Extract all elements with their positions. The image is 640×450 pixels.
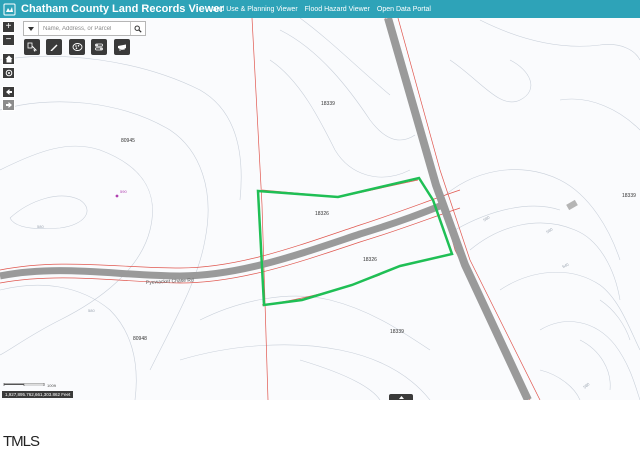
scale-label: 100ft <box>47 383 57 388</box>
toggle-tool-button[interactable] <box>91 39 107 55</box>
draw-tool-button[interactable] <box>46 39 62 55</box>
map-layers <box>0 18 640 400</box>
locate-button[interactable] <box>2 67 15 79</box>
parcel-label: 18339 <box>622 193 636 199</box>
parcel-label: 80945 <box>121 138 135 144</box>
search-source-dropdown[interactable] <box>24 22 39 35</box>
search-icon <box>134 25 142 33</box>
identify-icon <box>27 42 37 52</box>
poi-marker <box>115 194 119 198</box>
nav-flood-hazard[interactable]: Flood Hazard Viewer <box>305 6 370 13</box>
home-button[interactable] <box>2 53 15 65</box>
scale-bar: 100ft <box>3 383 57 388</box>
home-icon <box>5 55 12 63</box>
previous-extent-button[interactable] <box>2 86 15 98</box>
header-nav: Land Use & Planning Viewer Flood Hazard … <box>209 0 640 18</box>
mls-logo: TMLS <box>3 433 40 450</box>
parcel-label: 80948 <box>133 336 147 342</box>
draw-icon <box>50 44 58 51</box>
road-pyewacket-chase <box>0 200 447 280</box>
next-extent-button[interactable] <box>2 99 15 111</box>
coordinates-readout: 1,927,895.762,661,303.862 Feet <box>2 391 74 398</box>
app-header: Chatham County Land Records Viewer Land … <box>0 0 640 18</box>
parcel-boundaries <box>0 18 541 400</box>
print-tool-button[interactable] <box>114 39 130 55</box>
selected-parcel-outline <box>256 176 454 307</box>
parcel-label: 18339 <box>321 101 335 107</box>
arrow-left-icon <box>5 89 12 95</box>
caret-down-icon <box>28 26 34 31</box>
contour-label: 580 <box>88 308 95 313</box>
search-box <box>23 21 146 36</box>
parcel-label: 18326 <box>363 257 377 263</box>
toggle-icon <box>95 43 103 51</box>
app-root: Chatham County Land Records Viewer Land … <box>0 0 640 450</box>
contour-label: 580 <box>37 224 44 229</box>
layers-icon <box>72 43 82 51</box>
zoom-in-button[interactable]: + <box>2 21 15 33</box>
parcel-label: 18339 <box>390 329 404 335</box>
print-icon <box>118 44 126 51</box>
parcel-label: 18326 <box>315 211 329 217</box>
county-logo-icon <box>0 0 18 18</box>
search-button[interactable] <box>130 22 145 35</box>
layers-tool-button[interactable] <box>69 39 85 55</box>
arrow-right-icon <box>5 102 12 108</box>
nav-land-use-planning[interactable]: Land Use & Planning Viewer <box>209 6 298 13</box>
contour-lines <box>0 18 640 400</box>
zoom-out-button[interactable]: − <box>2 34 15 46</box>
identify-tool-button[interactable] <box>24 39 40 55</box>
app-title: Chatham County Land Records Viewer <box>21 3 224 15</box>
roads <box>0 18 532 400</box>
bottom-panel-toggle[interactable] <box>389 394 413 400</box>
nav-open-data-portal[interactable]: Open Data Portal <box>377 6 431 13</box>
map-canvas[interactable]: 18339 80945 18326 18326 18339 80948 1833… <box>0 18 640 400</box>
chevron-up-icon <box>398 395 404 399</box>
poi-label: 590 <box>120 189 127 194</box>
structure-footprint <box>566 199 578 211</box>
search-input[interactable] <box>39 22 130 35</box>
locate-icon <box>5 69 12 77</box>
